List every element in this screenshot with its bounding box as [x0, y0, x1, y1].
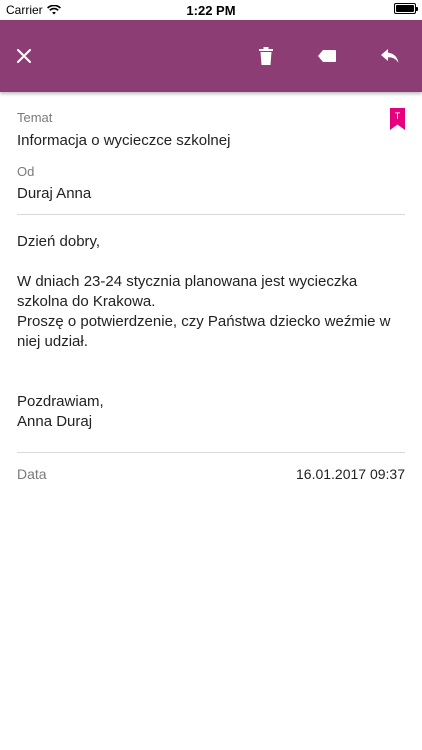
divider [17, 214, 405, 215]
date-label: Data [17, 466, 47, 482]
body-signature: Anna Duraj [17, 413, 93, 430]
close-icon [17, 49, 31, 63]
label-icon [318, 50, 336, 62]
status-bar: Carrier 1:22 PM [0, 0, 422, 20]
sender-name: Duraj Anna [17, 185, 92, 202]
reply-button[interactable] [366, 20, 414, 92]
divider [17, 452, 405, 453]
body-line-1: W dniach 23-24 stycznia planowana jest w… [17, 273, 358, 310]
reply-icon [381, 49, 399, 63]
body-line-2: Proszę o potwierdzenie, czy Państwa dzie… [17, 313, 391, 350]
body-greeting: Dzień dobry, [17, 233, 101, 250]
delete-button[interactable] [242, 20, 290, 92]
subject-label: Temat [17, 110, 53, 125]
status-time: 1:22 PM [186, 3, 236, 18]
app-toolbar [0, 20, 422, 92]
battery-icon [394, 3, 418, 14]
trash-icon [259, 47, 273, 65]
from-label: Od [17, 164, 35, 179]
subject-text: Informacja o wycieczce szkolnej [17, 132, 231, 149]
message-body: Dzień dobry, W dniach 23-24 stycznia pla… [17, 232, 405, 432]
bookmark-icon[interactable]: T [390, 108, 405, 130]
date-value: 16.01.2017 09:37 [296, 466, 405, 482]
body-closing: Pozdrawiam, [17, 393, 104, 410]
bookmark-letter: T [395, 111, 401, 121]
label-button[interactable] [303, 20, 351, 92]
battery-level [396, 5, 414, 12]
status-right [394, 3, 418, 14]
close-button[interactable] [0, 20, 48, 92]
